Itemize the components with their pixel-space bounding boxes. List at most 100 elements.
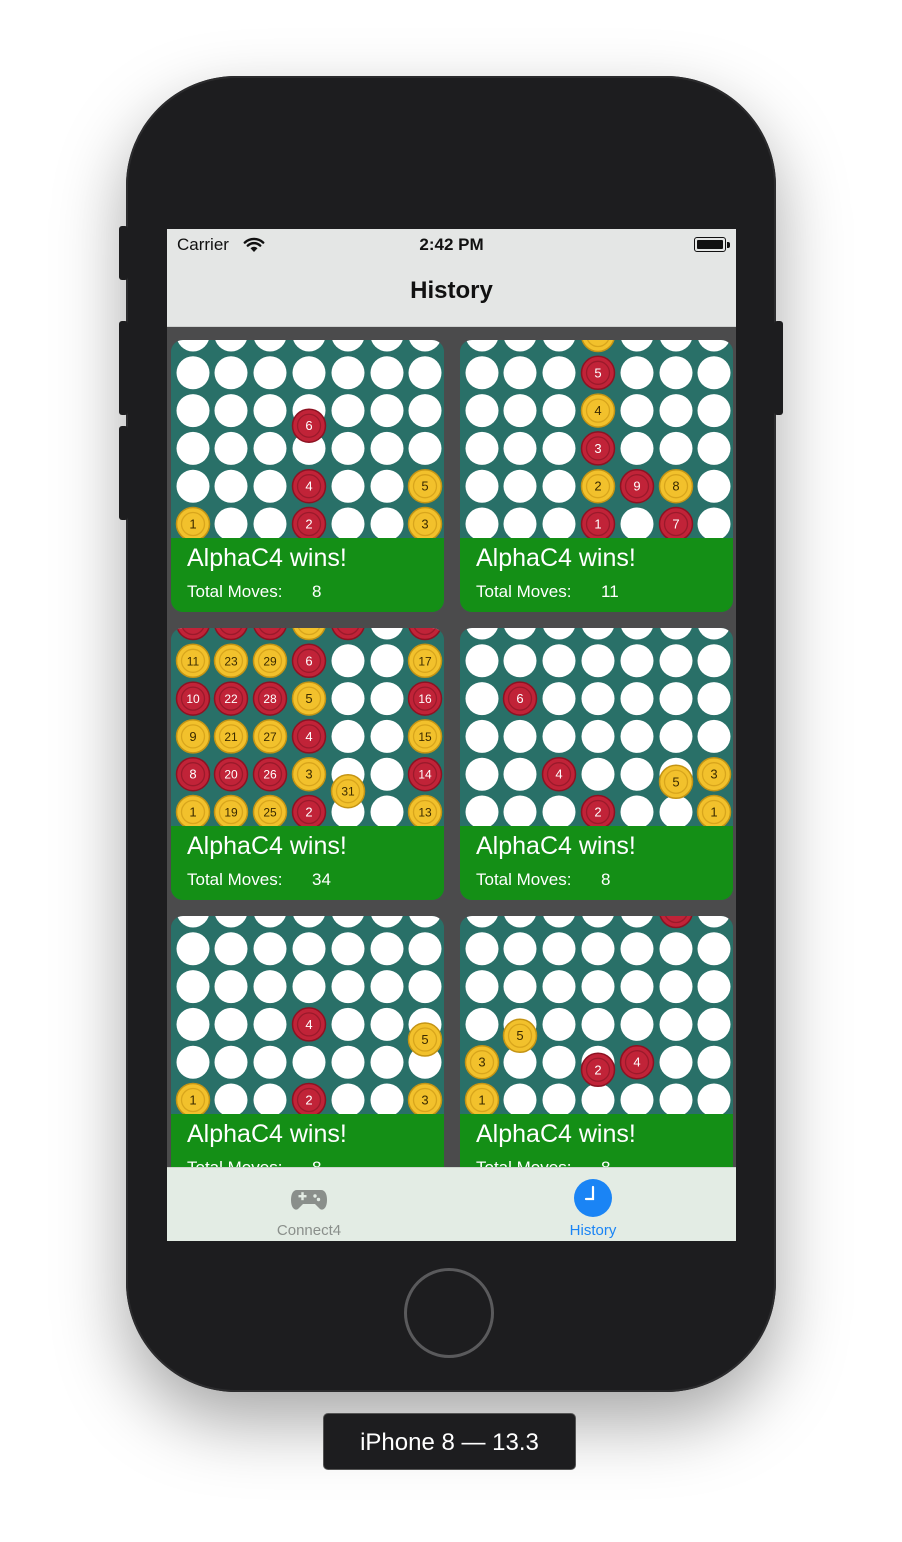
red-piece: 28 [252,681,288,716]
power-button [774,321,783,415]
navigation-bar: History [167,259,736,327]
yellow-piece: 3 [407,506,443,538]
board-hole [542,719,576,753]
board-hole [292,356,326,390]
board-hole [465,682,499,716]
yellow-piece: 5 [291,681,327,716]
game-board: 1 2 3 4 5 [171,916,444,1114]
board-hole [214,394,248,428]
board-hole [331,469,365,503]
board-hole [620,682,654,716]
game-board: 1 2 3 4 5 6 7 8 9 [460,340,733,538]
board-hole [659,394,693,428]
board-hole [253,431,287,465]
piece-number: 5 [516,1028,523,1043]
volume-up-button [119,321,128,415]
history-card[interactable]: 1234567891011121314151617181920212223242… [171,628,444,900]
red-piece: 2 [291,506,327,538]
red-piece: 3 [580,431,616,466]
tab-history-label: History [569,1222,617,1239]
board-hole [370,394,404,428]
volume-down-button [119,426,128,520]
board-hole [542,1045,576,1079]
red-piece: 2 [580,794,616,826]
board-hole [581,757,615,791]
piece-number: 5 [672,774,679,789]
board-hole [214,970,248,1004]
board-hole [542,932,576,966]
board-hole [253,1007,287,1041]
board-hole [503,644,537,678]
board-hole [214,356,248,390]
board-hole [659,1007,693,1041]
board-hole [408,970,442,1004]
board-hole [465,644,499,678]
piece-number: 9 [633,479,640,494]
board-hole [408,431,442,465]
tab-history[interactable]: History [451,1168,735,1241]
piece-number: 14 [418,768,432,782]
piece-number: 6 [305,418,312,433]
piece-number: 3 [305,767,312,782]
board-hole [176,356,210,390]
piece-number: 17 [418,654,432,668]
history-card[interactable]: 123456AlphaC4 wins!Total Moves:8 [460,628,733,900]
tab-connect4[interactable]: Connect4 [167,1168,451,1241]
board-hole [581,970,615,1004]
piece-number: 25 [263,806,277,820]
piece-number: 13 [418,806,432,820]
piece-number: 2 [594,805,601,820]
board-hole [581,644,615,678]
piece-number: 16 [418,692,432,706]
board-hole [697,970,731,1004]
piece-number: 1 [189,805,196,820]
board-hole [408,394,442,428]
yellow-piece: 13 [407,794,443,826]
status-time: 2:42 PM [419,235,484,254]
yellow-piece: 5 [658,764,694,800]
game-result: AlphaC4 wins! Total Moves: 11 [460,538,733,612]
board-hole [465,757,499,791]
screen: Carrier 2:42 PM History 1 2 3 4 5 6 AlphaC4 wi… [167,229,736,1241]
history-card[interactable]: 1 2 3 4 5 6 7 8 9 AlphaC4 wins! Total Moves: 11 [460,340,733,612]
piece-number: 5 [421,479,428,494]
yellow-piece: 1 [175,794,211,826]
piece-number: 3 [421,517,428,532]
piece-number: 3 [594,441,601,456]
board-hole [620,932,654,966]
history-card[interactable]: 123456AlphaC4 wins!Total Moves:8 [171,340,444,612]
home-button[interactable] [404,1268,494,1358]
piece-number: 6 [305,653,312,668]
piece-number: 5 [594,365,601,380]
board-hole [370,757,404,791]
yellow-piece: 4 [580,393,616,428]
board-hole [697,1007,731,1041]
board-hole [214,1007,248,1041]
total-moves-value: 8 [601,870,611,889]
board-hole [253,356,287,390]
yellow-piece: 1 [175,1082,211,1114]
total-moves-label: Total Moves: [187,870,283,889]
history-card[interactable]: 1 2 3 4 5 AlphaC4 wins! Total Moves: 8 [171,916,444,1172]
yellow-piece: 9 [175,719,211,754]
red-piece: 2 [580,1052,616,1088]
board-hole [620,431,654,465]
piece-number: 28 [263,692,277,706]
total-moves-value: 34 [312,870,331,889]
board-hole [620,1007,654,1041]
board-hole [331,1007,365,1041]
board-hole [370,682,404,716]
piece-number: 2 [305,517,312,532]
red-piece: 16 [407,681,443,716]
red-piece: 6 [502,681,538,716]
piece-number: 2 [594,479,601,494]
red-piece: 10 [175,681,211,716]
history-card[interactable]: 123456AlphaC4 wins!Total Moves:8 [460,916,733,1172]
history-collection[interactable]: 123456AlphaC4 wins!Total Moves:812345678… [167,326,736,1172]
piece-number: 5 [421,1032,428,1047]
board-hole [331,682,365,716]
board-hole [465,932,499,966]
red-piece: 4 [541,756,577,792]
red-piece: 2 [291,794,327,826]
red-piece: 4 [619,1044,655,1080]
